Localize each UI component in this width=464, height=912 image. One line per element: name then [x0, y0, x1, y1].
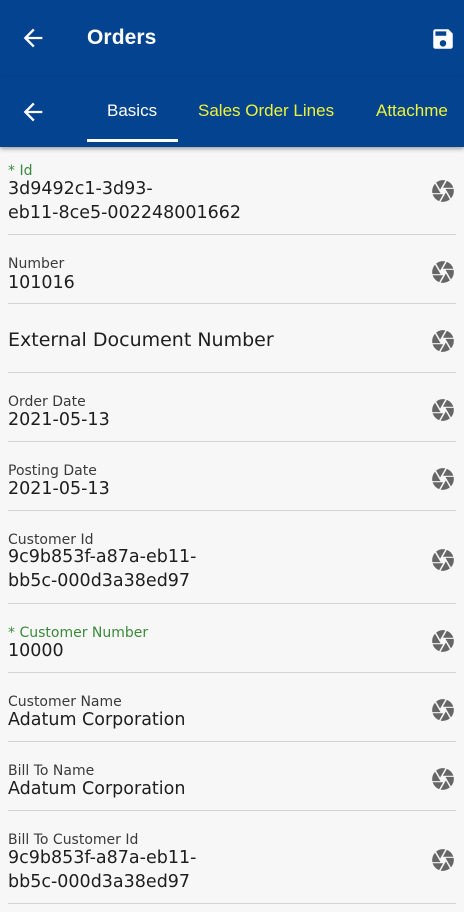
- floppy-disk-icon[interactable]: [430, 26, 456, 52]
- field-value: 9c9b853f-a87a-eb11- bb5c-000d3a38ed97: [8, 848, 197, 892]
- list-item[interactable]: Posting Date 2021-05-13: [0, 442, 464, 511]
- list-item[interactable]: External Document Number: [0, 304, 464, 373]
- list-item[interactable]: Order Date 2021-05-13: [0, 373, 464, 442]
- camera-shutter-icon[interactable]: [430, 328, 456, 354]
- camera-shutter-icon[interactable]: [430, 178, 456, 204]
- camera-shutter-icon[interactable]: [430, 397, 456, 423]
- camera-shutter-icon[interactable]: [430, 628, 456, 654]
- list-item[interactable]: Bill To Name Adatum Corporation: [0, 742, 464, 811]
- camera-shutter-icon[interactable]: [430, 766, 456, 792]
- app-bar: Orders: [0, 0, 464, 77]
- field-value: 10000: [8, 641, 64, 661]
- field-value: 3d9492c1-3d93- eb11-8ce5-002248001662: [8, 179, 242, 223]
- list-item[interactable]: Customer Name Adatum Corporation: [0, 673, 464, 742]
- camera-shutter-icon[interactable]: [430, 847, 456, 873]
- active-tab-indicator: [87, 139, 178, 142]
- camera-shutter-icon[interactable]: [430, 259, 456, 285]
- tab-attachments[interactable]: Attachme: [376, 101, 448, 121]
- field-value: 2021-05-13: [8, 479, 110, 499]
- list-item[interactable]: * Customer Number 10000: [0, 604, 464, 673]
- arrow-left-icon[interactable]: [19, 98, 47, 126]
- field-value: 101016: [8, 273, 75, 293]
- arrow-left-icon[interactable]: [19, 24, 47, 52]
- camera-shutter-icon[interactable]: [430, 697, 456, 723]
- camera-shutter-icon[interactable]: [430, 466, 456, 492]
- divider: [8, 903, 456, 904]
- list-item[interactable]: * Id 3d9492c1-3d93- eb11-8ce5-0022480016…: [0, 150, 464, 235]
- tab-sales-order-lines[interactable]: Sales Order Lines: [198, 101, 334, 121]
- camera-shutter-icon[interactable]: [430, 547, 456, 573]
- list-item[interactable]: Bill To Customer Id 9c9b853f-a87a-eb11- …: [0, 811, 464, 904]
- page-title: Orders: [87, 26, 157, 49]
- tab-basics[interactable]: Basics: [107, 101, 157, 121]
- tab-bar: Basics Sales Order Lines Attachme: [0, 77, 464, 147]
- list-item[interactable]: Customer Id 9c9b853f-a87a-eb11- bb5c-000…: [0, 511, 464, 604]
- field-value: Adatum Corporation: [8, 710, 186, 730]
- list-item[interactable]: Number 101016: [0, 235, 464, 304]
- field-label: Number: [8, 256, 65, 272]
- field-value: 2021-05-13: [8, 410, 110, 430]
- field-placeholder: External Document Number: [8, 329, 274, 351]
- field-value: Adatum Corporation: [8, 779, 186, 799]
- field-value: 9c9b853f-a87a-eb11- bb5c-000d3a38ed97: [8, 547, 197, 591]
